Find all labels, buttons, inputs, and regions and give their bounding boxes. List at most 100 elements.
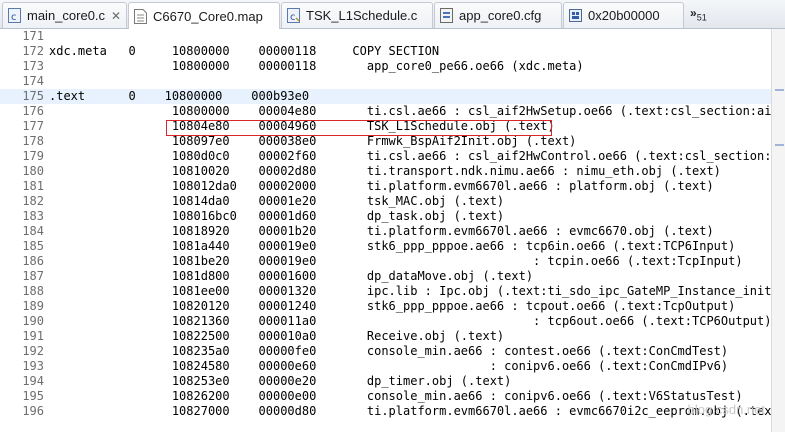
code-line-highlighted: 177 10804e80 00004960 TSK_L1Schedule.obj…: [0, 119, 771, 134]
code-line: 182 10814da0 00001e20 tsk_MAC.obj (.text…: [0, 194, 771, 209]
map-file-editor[interactable]: 171 172 xdc.meta 0 10800000 00000118 COPY…: [0, 29, 771, 432]
line-number: 187: [22, 269, 44, 283]
code-line: 194 108253e0 00000e20 dp_timer.obj (.tex…: [0, 374, 771, 389]
overflow-chevron-icon: »: [690, 6, 697, 20]
tab-label: TSK_L1Schedule.c: [306, 8, 418, 23]
line-text: xdc.meta 0 10800000 00000118 COPY SECTIO…: [49, 44, 440, 58]
c-file-icon: c: [8, 8, 21, 23]
line-text: 10804e80 00004960 TSK_L1Schedule.obj (.t…: [49, 119, 555, 133]
tab-app-core0-cfg[interactable]: app_core0.cfg: [434, 2, 562, 28]
line-text: 10827000 00000d80 ti.platform.evm6670l.a…: [49, 404, 771, 418]
line-number: 175: [22, 89, 44, 103]
code-line: 176 10800000 00004e80 ti.csl.ae66 : csl_…: [0, 104, 771, 119]
tab-label: app_core0.cfg: [459, 8, 542, 23]
svg-text:c: c: [11, 12, 17, 23]
code-line: 189 10820120 00001240 stk6_ppp_pppoe.ae6…: [0, 299, 771, 314]
config-file-icon: [440, 8, 453, 23]
line-number: 174: [22, 74, 44, 88]
tab-main-core0-c[interactable]: c main_core0.c ✕: [2, 2, 127, 28]
code-line: 190 10821360 000011a0 : tcp6out.oe66 (.t…: [0, 314, 771, 329]
line-text: 10822500 000010a0 Receive.obj (.text): [49, 329, 505, 343]
code-line: 171: [0, 29, 771, 44]
tab-memory-0x20b00000[interactable]: 0x20b00000: [563, 2, 684, 28]
line-number: 179: [22, 149, 44, 163]
current-code-line: 175 .text 0 10800000 000b93e0: [0, 89, 771, 104]
line-number: 182: [22, 194, 44, 208]
code-line: 178 108097e0 000038e0 Frmwk_BspAif2Init.…: [0, 134, 771, 149]
c-file-icon: c: [287, 8, 300, 23]
tab-tsk-l1schedule-c[interactable]: c TSK_L1Schedule.c: [281, 2, 433, 28]
text-file-icon: [134, 8, 147, 24]
memory-browser-icon: [569, 8, 582, 23]
tab-label: main_core0.c: [27, 8, 106, 23]
line-text: 10814da0 00001e20 tsk_MAC.obj (.text): [49, 194, 505, 208]
code-line: 174: [0, 74, 771, 89]
line-number: 196: [22, 404, 44, 418]
code-line: 180 10810020 00002d80 ti.transport.ndk.n…: [0, 164, 771, 179]
line-text: 10800000 00004e80 ti.csl.ae66 : csl_aif2…: [49, 104, 771, 118]
code-line: 179 1080d0c0 00002f60 ti.csl.ae66 : csl_…: [0, 149, 771, 164]
line-number: 185: [22, 239, 44, 253]
code-line: 187 1081d800 00001600 dp_dataMove.obj (.…: [0, 269, 771, 284]
line-text: 1081ee00 00001320 ipc.lib : Ipc.obj (.te…: [49, 284, 771, 298]
line-text: 1081a440 000019e0 stk6_ppp_pppoe.ae66 : …: [49, 239, 736, 253]
line-text: 10810020 00002d80 ti.transport.ndk.nimu.…: [49, 164, 721, 178]
code-line: 196 10827000 00000d80 ti.platform.evm667…: [0, 404, 771, 419]
line-number: 181: [22, 179, 44, 193]
close-icon[interactable]: ✕: [111, 9, 121, 23]
line-number: 194: [22, 374, 44, 388]
editor-tab-bar: c main_core0.c ✕ C6670_Core0.map c TSK_L…: [0, 0, 785, 29]
line-number: 178: [22, 134, 44, 148]
line-text: 108016bc0 00001d60 dp_task.obj (.text): [49, 209, 505, 223]
line-number: 191: [22, 329, 44, 343]
overview-ruler-mark[interactable]: [775, 89, 784, 91]
code-line: 181 108012da0 00002000 ti.platform.evm66…: [0, 179, 771, 194]
line-text: 10800000 00000118 app_core0_pe66.oe66 (x…: [49, 59, 584, 73]
overflow-count: 51: [696, 12, 707, 23]
code-line: 195 10826200 00000e00 console_min.ae66 :…: [0, 389, 771, 404]
code-line: 191 10822500 000010a0 Receive.obj (.text…: [0, 329, 771, 344]
line-number: 177: [22, 119, 44, 133]
line-number: 183: [22, 209, 44, 223]
line-text: 1080d0c0 00002f60 ti.csl.ae66 : csl_aif2…: [49, 149, 771, 163]
line-number: 186: [22, 254, 44, 268]
line-text: 108253e0 00000e20 dp_timer.obj (.text): [49, 374, 512, 388]
line-number: 192: [22, 344, 44, 358]
line-text: 1081d800 00001600 dp_dataMove.obj (.text…: [49, 269, 534, 283]
line-number: 176: [22, 104, 44, 118]
vertical-scrollbar[interactable]: [771, 29, 785, 432]
tab-c6670-core0-map[interactable]: C6670_Core0.map: [128, 2, 280, 29]
line-text: 10826200 00000e00 console_min.ae66 : con…: [49, 389, 743, 403]
line-text: 10824580 00000e60 : conipv6.oe66 (.text:…: [49, 359, 729, 373]
line-text: 10821360 000011a0 : tcp6out.oe66 (.text:…: [49, 314, 771, 328]
line-text: 108235a0 00000fe0 console_min.ae66 : con…: [49, 344, 729, 358]
line-number: 180: [22, 164, 44, 178]
line-text: 10820120 00001240 stk6_ppp_pppoe.ae66 : …: [49, 299, 736, 313]
line-text: 10818920 00001b20 ti.platform.evm6670l.a…: [49, 224, 714, 238]
code-line: 173 10800000 00000118 app_core0_pe66.oe6…: [0, 59, 771, 74]
line-number: 173: [22, 59, 44, 73]
line-text: 108097e0 000038e0 Frmwk_BspAif2Init.obj …: [49, 134, 577, 148]
code-line: 186 1081be20 000019e0 : tcpin.oe66 (.tex…: [0, 254, 771, 269]
line-text: 108012da0 00002000 ti.platform.evm6670l.…: [49, 179, 714, 193]
line-number: 193: [22, 359, 44, 373]
line-number: 190: [22, 314, 44, 328]
line-number: 172: [22, 44, 44, 58]
code-line: 184 10818920 00001b20 ti.platform.evm667…: [0, 224, 771, 239]
code-line: 183 108016bc0 00001d60 dp_task.obj (.tex…: [0, 209, 771, 224]
line-number: 184: [22, 224, 44, 238]
code-line: 185 1081a440 000019e0 stk6_ppp_pppoe.ae6…: [0, 239, 771, 254]
code-line: 188 1081ee00 00001320 ipc.lib : Ipc.obj …: [0, 284, 771, 299]
code-line: 172 xdc.meta 0 10800000 00000118 COPY SEC…: [0, 44, 771, 59]
watermark: blog.csdn.net: [687, 402, 765, 417]
tab-overflow-button[interactable]: »51: [690, 6, 707, 22]
line-text: .text 0 10800000 000b93e0: [49, 89, 310, 103]
line-text: 1081be20 000019e0 : tcpin.oe66 (.text:Tc…: [49, 254, 743, 268]
code-line: 192 108235a0 00000fe0 console_min.ae66 :…: [0, 344, 771, 359]
tab-label: 0x20b00000: [588, 8, 660, 23]
tab-label: C6670_Core0.map: [153, 8, 263, 24]
line-number: 195: [22, 389, 44, 403]
svg-text:c: c: [290, 12, 296, 23]
overview-ruler-mark[interactable]: [775, 144, 784, 146]
line-number: 188: [22, 284, 44, 298]
